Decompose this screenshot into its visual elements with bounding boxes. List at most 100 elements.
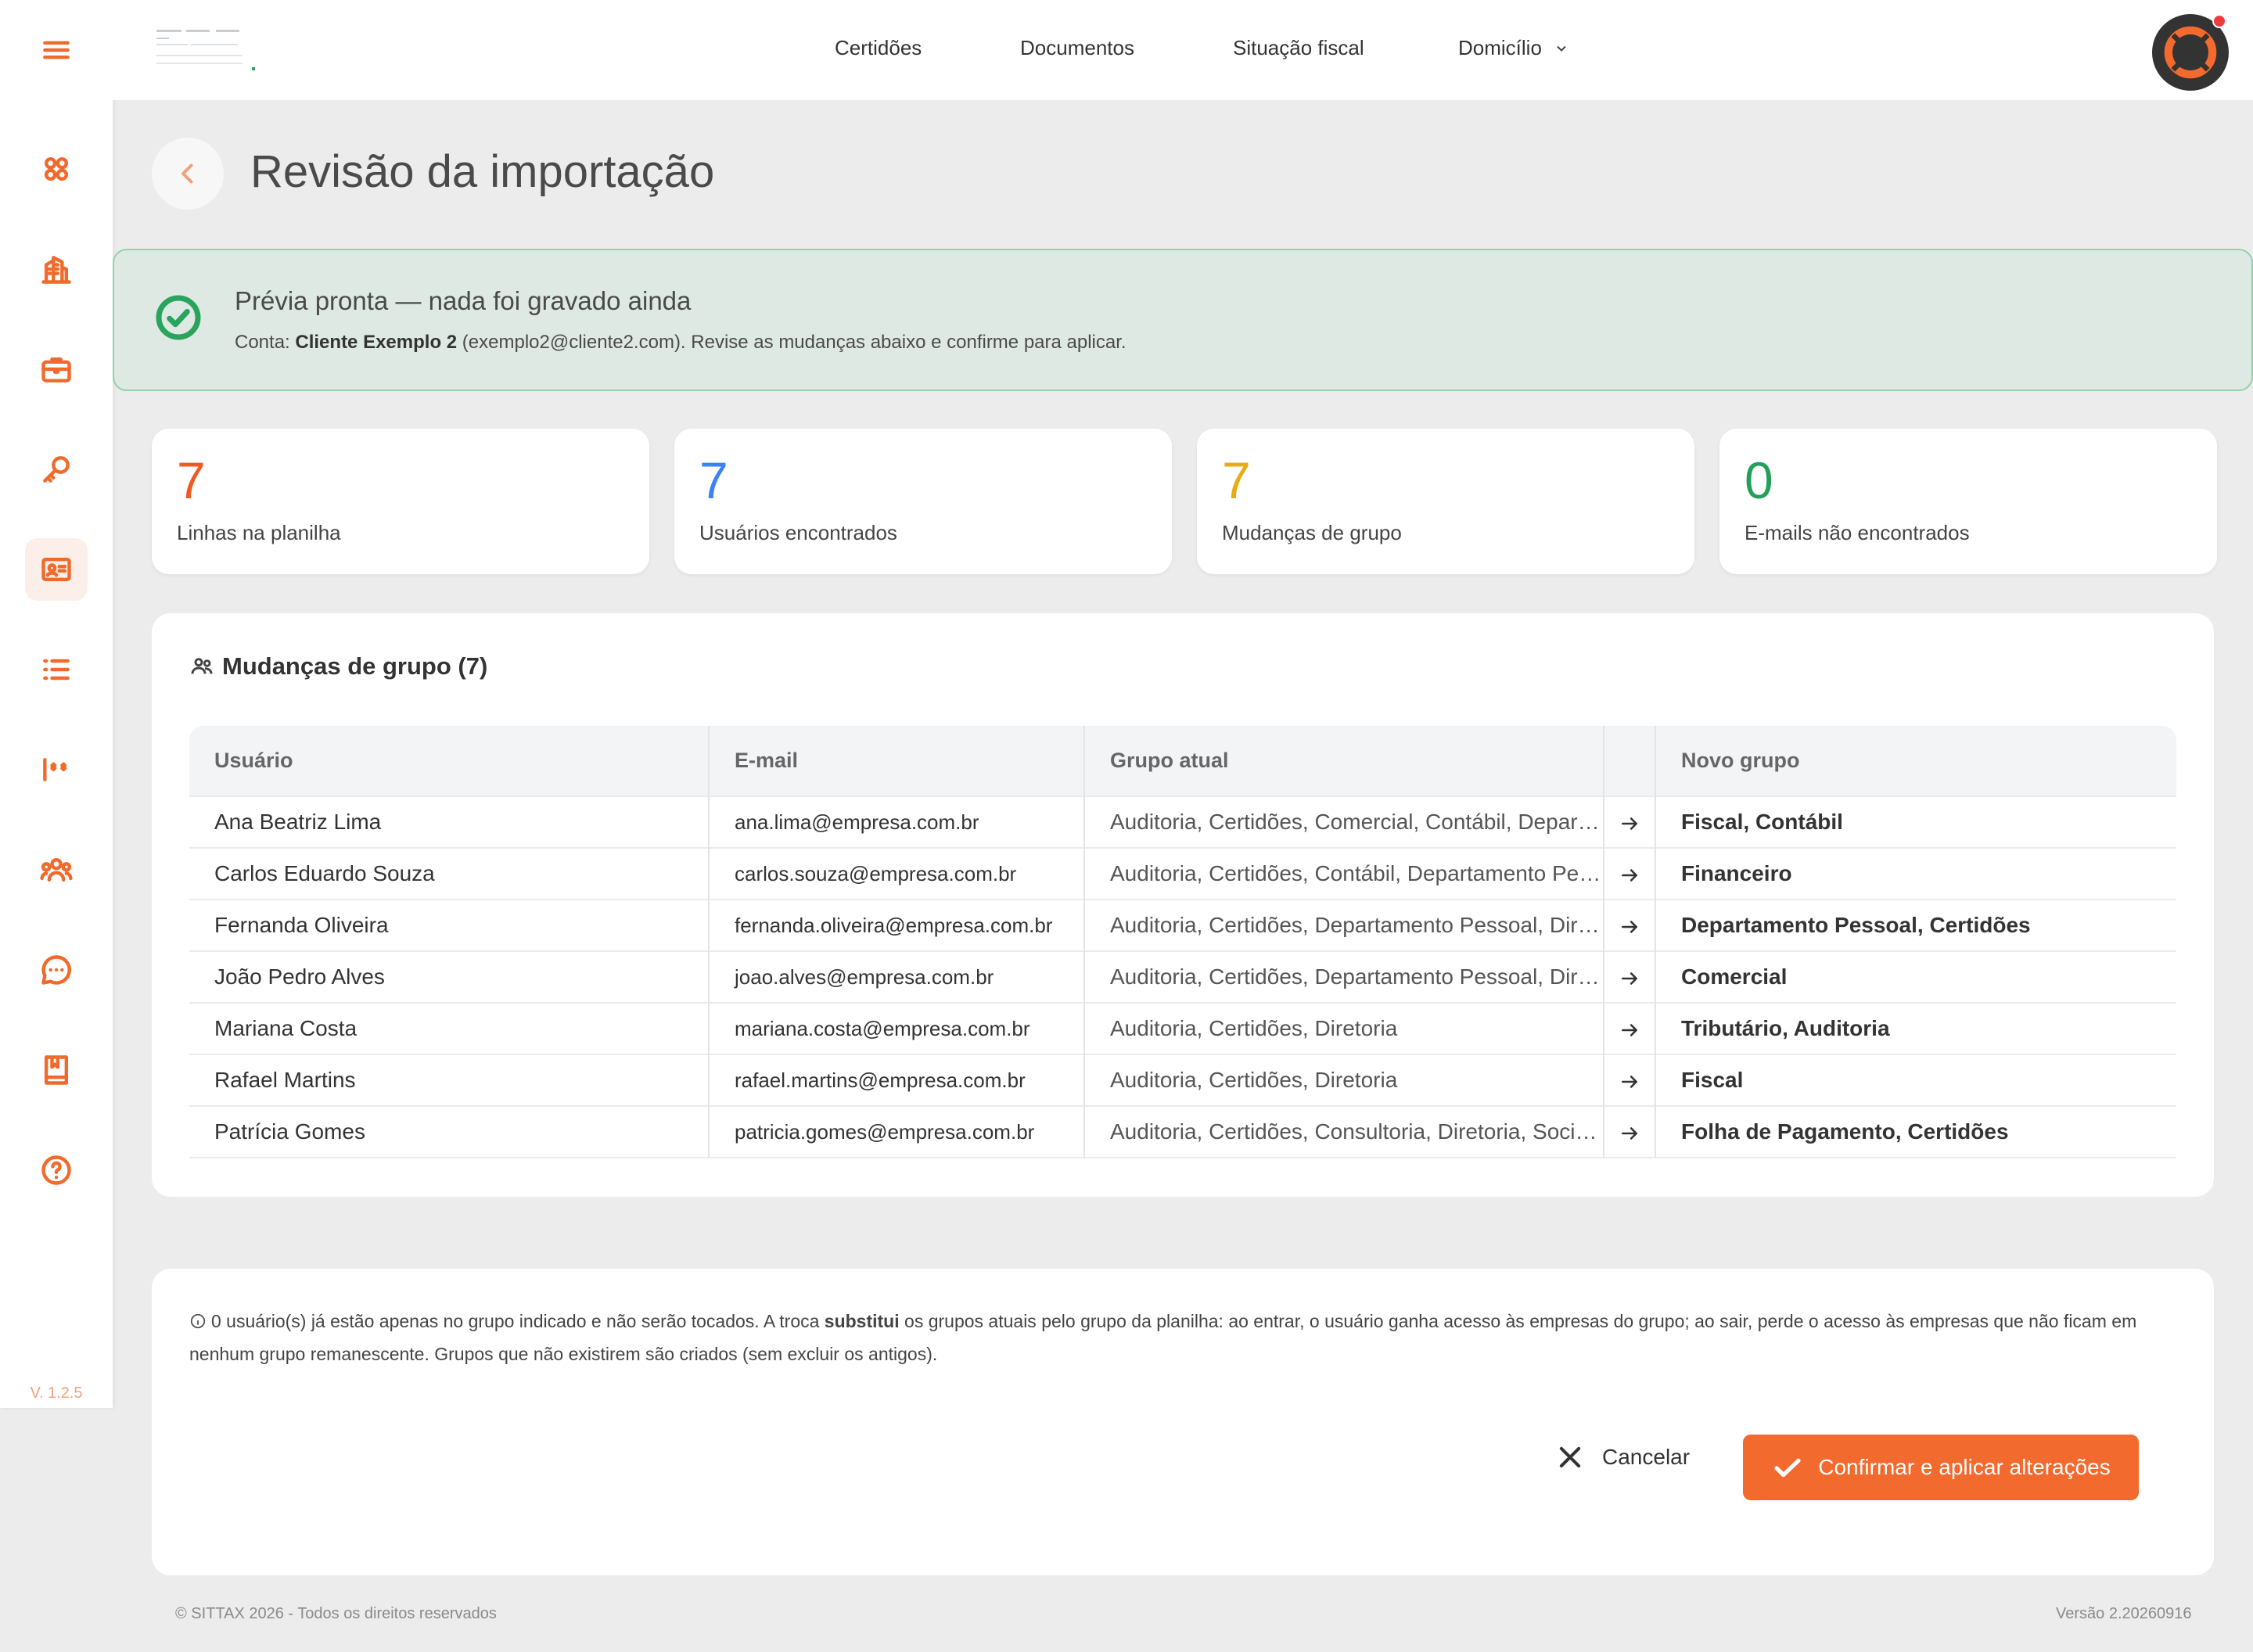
column-header-email[interactable]: E-mail [709, 726, 1085, 796]
cell-email: carlos.souza@empresa.com.br [709, 847, 1085, 900]
info-text-before: 0 usuário(s) já estão apenas no grupo in… [211, 1311, 825, 1331]
notification-dot [2212, 14, 2226, 28]
building-icon[interactable] [25, 238, 88, 300]
cell-new-group: Fiscal, Contábil [1655, 795, 2176, 848]
password-icon[interactable] [25, 738, 88, 801]
cell-user: Fernanda Oliveira [189, 899, 710, 951]
nav-documentos[interactable]: Documentos [1020, 36, 1134, 60]
stat-value: 0 [1745, 451, 1773, 509]
cell-arrow [1604, 899, 1656, 951]
stat-value: 7 [699, 451, 728, 509]
footer-version: Versão 2.20260916 [2056, 1605, 2192, 1622]
cell-new-group: Fiscal [1655, 1054, 2176, 1106]
column-header-current-group[interactable]: Grupo atual [1084, 726, 1604, 796]
cell-new-group: Tributário, Auditoria [1655, 1002, 2176, 1054]
alert-subtitle: Conta: Cliente Exemplo 2 (exemplo2@clien… [235, 332, 1126, 354]
cell-user: Ana Beatriz Lima [189, 795, 710, 848]
cell-email: ana.lima@empresa.com.br [709, 795, 1085, 848]
stat-card-group-changes: 7 Mudanças de grupo [1197, 429, 1694, 574]
cell-email: rafael.martins@empresa.com.br [709, 1054, 1085, 1106]
cancel-label: Cancelar [1602, 1445, 1691, 1469]
group-changes-panel: Mudanças de grupo (7) Usuário E-mail Gru… [152, 613, 2214, 1197]
cell-email: joao.alves@empresa.com.br [709, 950, 1085, 1003]
cell-email: mariana.costa@empresa.com.br [709, 1002, 1085, 1054]
info-text-bold: substitui [824, 1311, 900, 1331]
cell-current-group: Auditoria, Certidões, Contábil, Departam… [1084, 847, 1604, 900]
list-icon[interactable] [25, 638, 88, 701]
nav-domicilio[interactable]: Domicílio [1458, 36, 1542, 60]
cell-arrow [1604, 950, 1656, 1003]
users-icon[interactable] [25, 839, 88, 901]
cell-current-group: Auditoria, Certidões, Diretoria [1084, 1054, 1604, 1106]
stat-value: 7 [1222, 451, 1251, 509]
users-icon [191, 658, 213, 674]
nav-certidoes[interactable]: Certidões [835, 36, 922, 60]
id-card-icon[interactable] [25, 538, 88, 601]
briefcase-icon[interactable] [25, 338, 88, 400]
table-row: Carlos Eduardo Souza carlos.souza@empres… [189, 847, 2176, 900]
group-changes-title: Mudanças de grupo (7) [189, 652, 487, 681]
arrow-right-icon [1622, 1126, 1637, 1140]
cell-user: Mariana Costa [189, 1002, 710, 1054]
cell-user: João Pedro Alves [189, 950, 710, 1003]
cell-current-group: Auditoria, Certidões, Departamento Pesso… [1084, 899, 1604, 951]
cell-email: patricia.gomes@empresa.com.br [709, 1105, 1085, 1158]
page-title: Revisão da importação [250, 146, 715, 197]
arrow-right-icon [1622, 971, 1637, 985]
table-row: Ana Beatriz Lima ana.lima@empresa.com.br… [189, 795, 2176, 848]
check-circle-icon [155, 294, 202, 341]
alert-title: Prévia pronta — nada foi gravado ainda [235, 286, 692, 315]
stat-card-users-found: 7 Usuários encontrados [674, 429, 1172, 574]
confirm-label: Confirmar e aplicar alterações [1818, 1455, 2111, 1479]
group-changes-table: Usuário E-mail Grupo atual Novo grupo An… [189, 726, 2176, 1158]
chevron-left-icon [181, 163, 193, 184]
stat-label: Mudanças de grupo [1222, 521, 1402, 544]
key-icon[interactable] [25, 438, 88, 501]
info-note: 0 usuário(s) já estão apenas no grupo in… [189, 1305, 2176, 1370]
book-icon[interactable] [25, 1039, 88, 1101]
chat-icon[interactable] [25, 939, 88, 1001]
cancel-button[interactable]: Cancelar [1555, 1435, 1690, 1480]
menu-icon[interactable] [25, 19, 88, 81]
sidebar: V. 1.2.5 [0, 0, 113, 1408]
arrow-right-icon [1622, 1023, 1637, 1036]
table-header-row: Usuário E-mail Grupo atual Novo grupo [189, 726, 2176, 796]
stat-card-emails-not-found: 0 E-mails não encontrados [1719, 429, 2217, 574]
cell-user: Patrícia Gomes [189, 1105, 710, 1158]
column-header-arrow [1604, 726, 1656, 796]
cell-arrow [1604, 847, 1656, 900]
table-row: Patrícia Gomes patricia.gomes@empresa.co… [189, 1105, 2176, 1158]
arrow-right-icon [1622, 1075, 1637, 1088]
stat-label: Usuários encontrados [699, 521, 897, 544]
cell-new-group: Folha de Pagamento, Certidões [1655, 1105, 2176, 1158]
cell-current-group: Auditoria, Certidões, Diretoria [1084, 1002, 1604, 1054]
cell-arrow [1604, 1002, 1656, 1054]
cell-current-group: Auditoria, Certidões, Comercial, Contábi… [1084, 795, 1604, 848]
group-changes-title-text: Mudanças de grupo (7) [222, 652, 488, 680]
back-button[interactable] [152, 138, 224, 210]
cell-arrow [1604, 1105, 1656, 1158]
account-prefix: Conta: [235, 332, 296, 353]
apps-icon[interactable] [25, 138, 88, 200]
info-icon [190, 1313, 206, 1329]
footer-copyright: © SITTAX 2026 - Todos os direitos reserv… [175, 1605, 497, 1622]
cell-email: fernanda.oliveira@empresa.com.br [709, 899, 1085, 951]
arrow-right-icon [1622, 868, 1637, 882]
stat-label: Linhas na planilha [177, 521, 341, 544]
cell-current-group: Auditoria, Certidões, Departamento Pesso… [1084, 950, 1604, 1003]
topbar: Certidões Documentos Situação fiscal Dom… [113, 0, 2253, 100]
check-icon [1774, 1458, 1801, 1478]
confirmation-panel: 0 usuário(s) já estão apenas no grupo in… [152, 1269, 2214, 1575]
help-icon[interactable] [25, 1139, 88, 1201]
nav-situacao-fiscal[interactable]: Situação fiscal [1233, 36, 1364, 60]
lifebuoy-icon [2164, 26, 2217, 79]
arrow-right-icon [1622, 817, 1637, 830]
stat-label: E-mails não encontrados [1745, 521, 1970, 544]
confirm-apply-button[interactable]: Confirmar e aplicar alterações [1743, 1435, 2139, 1500]
cell-new-group: Comercial [1655, 950, 2176, 1003]
chevron-down-icon[interactable] [1554, 41, 1569, 56]
column-header-new-group[interactable]: Novo grupo [1655, 726, 2176, 796]
column-header-user[interactable]: Usuário [189, 726, 710, 796]
company-logo[interactable] [152, 23, 255, 74]
table-row: João Pedro Alves joao.alves@empresa.com.… [189, 950, 2176, 1003]
